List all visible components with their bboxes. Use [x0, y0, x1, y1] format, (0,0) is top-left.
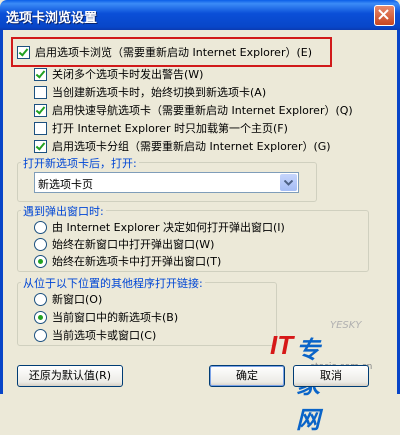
- radio-button[interactable]: [34, 328, 47, 342]
- links-current-radio[interactable]: 当前选项卡或窗口(C): [34, 327, 156, 343]
- links-group-label: 从位于以下位置的其他程序打开链接:: [21, 275, 205, 291]
- restore-defaults-button[interactable]: 还原为默认值(R): [17, 365, 123, 387]
- option-label: 启用选项卡分组（需要重新启动 Internet Explorer）(G): [52, 140, 331, 153]
- radio-button[interactable]: [34, 292, 47, 306]
- new-tab-select[interactable]: 新选项卡页: [34, 172, 299, 193]
- checkbox[interactable]: [34, 121, 47, 135]
- dropdown-button[interactable]: [280, 174, 297, 191]
- close-icon: [378, 9, 389, 20]
- warn-close-tabs-checkbox[interactable]: 关闭多个选项卡时发出警告(W): [34, 66, 203, 82]
- popup-new-window-radio[interactable]: 始终在新窗口中打开弹出窗口(W): [34, 236, 214, 252]
- option-label: 启用选项卡浏览（需要重新启动 Internet Explorer）(E): [35, 46, 313, 59]
- checkbox[interactable]: [34, 67, 47, 81]
- radio-button[interactable]: [34, 220, 47, 234]
- option-label: 启用快速导航选项卡（需要重新启动 Internet Explorer）(Q): [52, 104, 353, 117]
- option-label: 始终在新窗口中打开弹出窗口(W): [52, 238, 215, 251]
- chevron-down-icon: [284, 180, 293, 186]
- option-label: 关闭多个选项卡时发出警告(W): [52, 68, 204, 81]
- close-button[interactable]: [374, 5, 395, 26]
- option-label: 打开 Internet Explorer 时只加载第一个主页(F): [52, 122, 288, 135]
- popup-ie-decides-radio[interactable]: 由 Internet Explorer 决定如何打开弹出窗口(I): [34, 219, 285, 235]
- new-tab-group-label: 打开新选项卡后，打开:: [21, 155, 139, 171]
- first-home-page-checkbox[interactable]: 打开 Internet Explorer 时只加载第一个主页(F): [34, 120, 288, 136]
- option-label: 始终在新选项卡中打开弹出窗口(T): [52, 255, 222, 268]
- cancel-button[interactable]: 取消: [293, 365, 369, 387]
- links-new-window-radio[interactable]: 新窗口(O): [34, 291, 102, 307]
- radio-button[interactable]: [34, 237, 47, 251]
- option-label: 当前窗口中的新选项卡(B): [52, 311, 179, 324]
- watermark-logo: IT: [270, 330, 294, 360]
- title-bar[interactable]: 选项卡浏览设置: [0, 0, 400, 30]
- quick-tabs-checkbox[interactable]: 启用快速导航选项卡（需要重新启动 Internet Explorer）(Q): [34, 102, 353, 118]
- checkbox[interactable]: [34, 85, 47, 99]
- watermark-small-text: YESKY: [330, 320, 362, 331]
- checkbox[interactable]: [34, 139, 47, 153]
- radio-button[interactable]: [34, 310, 47, 324]
- ok-button[interactable]: 确定: [209, 365, 285, 387]
- option-label: 新窗口(O): [52, 293, 103, 306]
- checkbox[interactable]: [34, 103, 47, 117]
- enable-tabbed-browsing-checkbox[interactable]: 启用选项卡浏览（需要重新启动 Internet Explorer）(E): [17, 44, 312, 60]
- links-new-tab-radio[interactable]: 当前窗口中的新选项卡(B): [34, 309, 178, 325]
- switch-new-tab-checkbox[interactable]: 当创建新选项卡时，始终切换到新选项卡(A): [34, 84, 266, 100]
- option-label: 由 Internet Explorer 决定如何打开弹出窗口(I): [52, 221, 285, 234]
- tab-groups-checkbox[interactable]: 启用选项卡分组（需要重新启动 Internet Explorer）(G): [34, 138, 331, 154]
- option-label: 当前选项卡或窗口(C): [52, 329, 157, 342]
- new-tab-select-value: 新选项卡页: [38, 178, 93, 191]
- checkbox[interactable]: [17, 45, 30, 59]
- option-label: 当创建新选项卡时，始终切换到新选项卡(A): [52, 86, 267, 99]
- radio-button[interactable]: [34, 254, 47, 268]
- popup-new-tab-radio[interactable]: 始终在新选项卡中打开弹出窗口(T): [34, 253, 221, 269]
- popup-group-label: 遇到弹出窗口时:: [21, 203, 106, 219]
- window-title: 选项卡浏览设置: [6, 11, 98, 26]
